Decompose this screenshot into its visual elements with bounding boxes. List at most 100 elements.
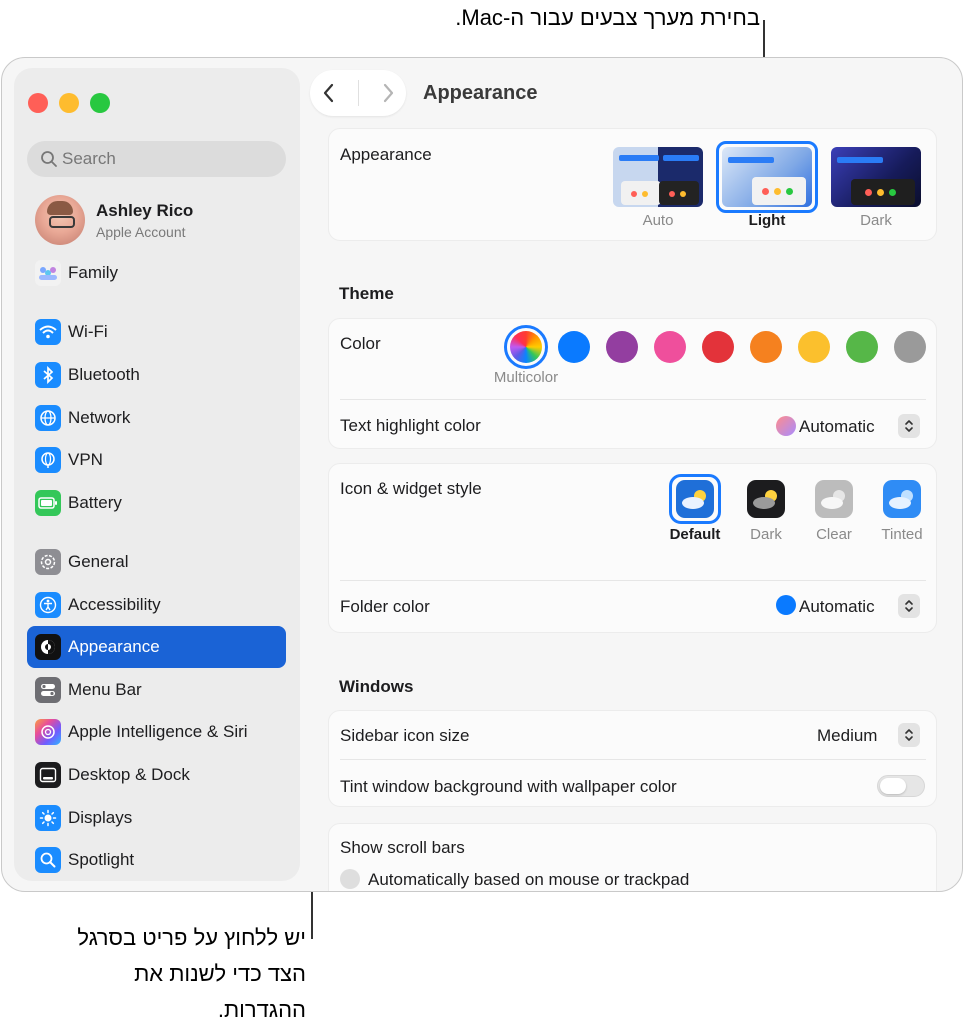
text-highlight-value[interactable]: Automatic: [799, 417, 875, 437]
sidebar-item-label: Displays: [68, 808, 133, 827]
text-highlight-label: Text highlight color: [340, 416, 481, 435]
scroll-auto-radio[interactable]: [340, 869, 360, 889]
chevron-updown-icon: [905, 420, 913, 432]
widget-style-default-icon[interactable]: [676, 480, 714, 518]
settings-window: Search Ashley Rico Apple Account Family …: [1, 57, 963, 892]
sidebar-item-menu-bar[interactable]: Menu Bar: [27, 669, 286, 711]
sidebar-item-bluetooth[interactable]: Bluetooth: [27, 354, 286, 396]
accessibility-icon: [35, 592, 61, 618]
theme-section-title: Theme: [339, 284, 394, 303]
search-input[interactable]: Search: [27, 141, 286, 177]
windows-panel: Sidebar icon size Medium Tint window bac…: [328, 710, 937, 807]
color-label: Color: [340, 334, 381, 353]
sidebar-item-label: Wi-Fi: [68, 322, 108, 341]
sidebar-item-label: Accessibility: [68, 595, 161, 614]
appearance-light-label: Light: [748, 212, 786, 229]
sidebar-item-spotlight[interactable]: Spotlight: [27, 839, 286, 881]
wifi-icon: [35, 319, 61, 345]
widget-dark-label: Dark: [750, 526, 782, 543]
color-swatch-purple[interactable]: [606, 331, 638, 363]
color-swatch-yellow[interactable]: [798, 331, 830, 363]
sidebar-item-vpn[interactable]: VPN: [27, 439, 286, 481]
color-swatch-green[interactable]: [846, 331, 878, 363]
appearance-dark-option[interactable]: [831, 147, 921, 207]
chevron-updown-icon: [905, 729, 913, 741]
appearance-panel: Appearance Auto Light Dark: [328, 128, 937, 241]
forward-button[interactable]: [380, 82, 396, 104]
color-swatch-orange[interactable]: [750, 331, 782, 363]
sidebar-item-accessibility[interactable]: Accessibility: [27, 584, 286, 626]
sidebar-item-desktop-dock[interactable]: Desktop & Dock: [27, 754, 286, 796]
nav-buttons: [310, 70, 406, 116]
widget-tinted-label: Tinted: [881, 526, 923, 543]
sidebar-item-displays[interactable]: Displays: [27, 797, 286, 839]
sidebar-item-apple-intelligence[interactable]: Apple Intelligence & Siri: [27, 711, 286, 753]
sidebar-item-label: Bluetooth: [68, 365, 140, 384]
sidebar-item-appearance[interactable]: Appearance: [27, 626, 286, 668]
theme-panel: Color Multicolor Text highlight color Au…: [328, 318, 937, 449]
color-swatch-graphite[interactable]: [894, 331, 926, 363]
folder-color-stepper[interactable]: [898, 594, 920, 618]
icon-widget-divider: [340, 580, 926, 581]
battery-icon: [35, 490, 61, 516]
sidebar-item-label: Network: [68, 408, 131, 427]
sidebar-item-network[interactable]: Network: [27, 397, 286, 439]
color-swatch-blue[interactable]: [558, 331, 590, 363]
windows-section-title: Windows: [339, 677, 414, 696]
sidebar-item-label: General: [68, 552, 129, 571]
vpn-globe-icon: [35, 447, 61, 473]
widget-style-clear-icon[interactable]: [815, 480, 853, 518]
sidebar-item-wifi[interactable]: Wi-Fi: [27, 311, 286, 353]
zoom-button[interactable]: [90, 93, 110, 113]
theme-divider: [340, 399, 926, 400]
sidebar-item-general[interactable]: General: [27, 541, 286, 583]
appearance-auto-label: Auto: [642, 212, 674, 229]
appearance-dark-label: Dark: [860, 212, 892, 229]
close-button[interactable]: [28, 93, 48, 113]
color-swatch-red[interactable]: [702, 331, 734, 363]
scroll-auto-option-label: Automatically based on mouse or trackpad: [368, 870, 690, 889]
minimize-button[interactable]: [59, 93, 79, 113]
folder-color-label: Folder color: [340, 597, 430, 616]
color-swatch-pink[interactable]: [654, 331, 686, 363]
appearance-label: Appearance: [340, 145, 432, 164]
widget-style-dark-icon[interactable]: [747, 480, 785, 518]
nav-divider: [357, 80, 359, 106]
menu-bar-icon: [35, 677, 61, 703]
sidebar-item-family[interactable]: Family: [27, 252, 286, 294]
network-globe-icon: [35, 405, 61, 431]
page-title: Appearance: [423, 82, 538, 104]
sidebar-icon-size-stepper[interactable]: [898, 723, 920, 747]
folder-color-dot: [776, 595, 796, 615]
sidebar-item-label: Family: [68, 263, 119, 282]
widget-style-tinted-icon[interactable]: [883, 480, 921, 518]
icon-widget-label: Icon & widget style: [340, 479, 482, 498]
search-icon: [41, 151, 57, 167]
sidebar-icon-size-value[interactable]: Medium: [817, 726, 877, 746]
color-swatch-multicolor[interactable]: [510, 331, 542, 363]
callout-color-scheme: בחירת מערך צבעים עבור ה‑Mac.: [455, 5, 760, 30]
sidebar-item-label: Apple Intelligence & Siri: [68, 722, 248, 741]
sidebar-item-battery[interactable]: Battery: [27, 482, 286, 524]
window-controls: [28, 93, 110, 113]
bluetooth-icon: [35, 362, 61, 388]
appearance-light-option[interactable]: [722, 147, 812, 207]
widget-default-label: Default: [669, 526, 721, 543]
spotlight-magnifier-icon: [35, 847, 61, 873]
color-multicolor-label: Multicolor: [493, 369, 559, 386]
sidebar-item-label: Desktop & Dock: [68, 765, 190, 784]
sun-icon: [35, 805, 61, 831]
widget-clear-label: Clear: [816, 526, 852, 543]
windows-divider: [340, 759, 926, 760]
search-placeholder: Search: [62, 149, 116, 168]
folder-color-value[interactable]: Automatic: [799, 597, 875, 617]
icon-widget-panel: Icon & widget style Default Dark Clear T…: [328, 463, 937, 633]
appearance-icon: [35, 634, 61, 660]
scroll-bars-panel: Show scroll bars Automatically based on …: [328, 823, 937, 891]
text-highlight-stepper[interactable]: [898, 414, 920, 438]
tint-window-toggle[interactable]: [877, 775, 925, 797]
appearance-auto-option[interactable]: [613, 147, 703, 207]
gear-icon: [35, 549, 61, 575]
back-button[interactable]: [321, 82, 337, 104]
profile-row[interactable]: Ashley Rico Apple Account: [35, 195, 193, 245]
